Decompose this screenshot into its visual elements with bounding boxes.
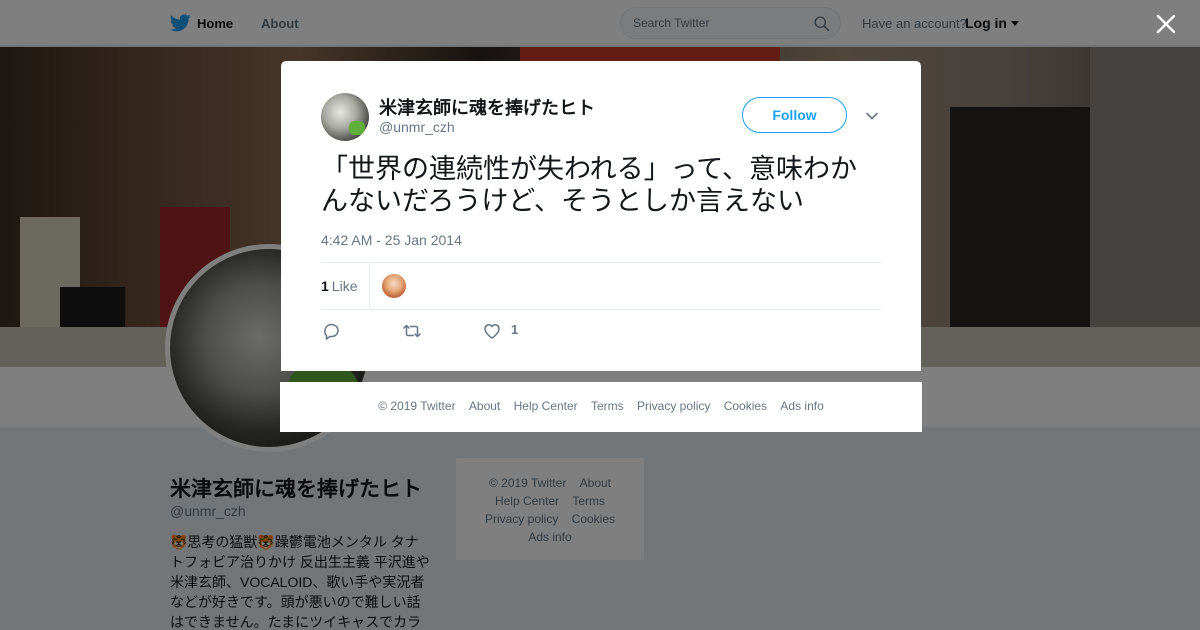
modal-footer-about-link[interactable]: About <box>469 399 500 413</box>
tweet-author-handle[interactable]: @unmr_czh <box>379 119 455 135</box>
modal-footer-ads-link[interactable]: Ads info <box>780 399 823 413</box>
reply-icon[interactable] <box>322 321 342 341</box>
tweet-author-avatar[interactable] <box>321 93 369 141</box>
retweet-icon[interactable] <box>402 321 422 341</box>
modal-footer: © 2019 Twitter About Help Center Terms P… <box>280 382 922 432</box>
modal-footer-cookies-link[interactable]: Cookies <box>724 399 767 413</box>
chevron-down-icon[interactable] <box>865 109 879 123</box>
tweet-text: 「世界の連続性が失われる」って、意味わかんないだろうけど、そうとしか言えない <box>321 154 857 216</box>
modal-footer-help-link[interactable]: Help Center <box>514 399 578 413</box>
like-stat-count: 1 <box>321 278 329 294</box>
like-stat[interactable]: 1 Like <box>321 278 357 294</box>
stats-divider <box>369 263 370 309</box>
tweet-timestamp[interactable]: 4:42 AM - 25 Jan 2014 <box>321 232 462 248</box>
modal-footer-terms-link[interactable]: Terms <box>591 399 624 413</box>
heart-count: 1 <box>511 322 519 337</box>
modal-footer-copyright: © 2019 Twitter <box>378 399 456 413</box>
heart-icon[interactable] <box>482 321 502 341</box>
tweet-actions: 1 <box>321 319 621 343</box>
follow-button[interactable]: Follow <box>742 97 847 133</box>
tweet-stats: 1 Like <box>321 262 881 310</box>
close-icon[interactable] <box>1154 12 1178 36</box>
tweet-modal: 米津玄師に魂を捧げたヒト @unmr_czh Follow 「世界の連続性が失わ… <box>281 61 921 371</box>
modal-footer-privacy-link[interactable]: Privacy policy <box>637 399 710 413</box>
liker-avatar[interactable] <box>382 274 406 298</box>
tweet-author-name[interactable]: 米津玄師に魂を捧げたヒト <box>379 94 595 120</box>
like-stat-label: Like <box>331 278 358 294</box>
